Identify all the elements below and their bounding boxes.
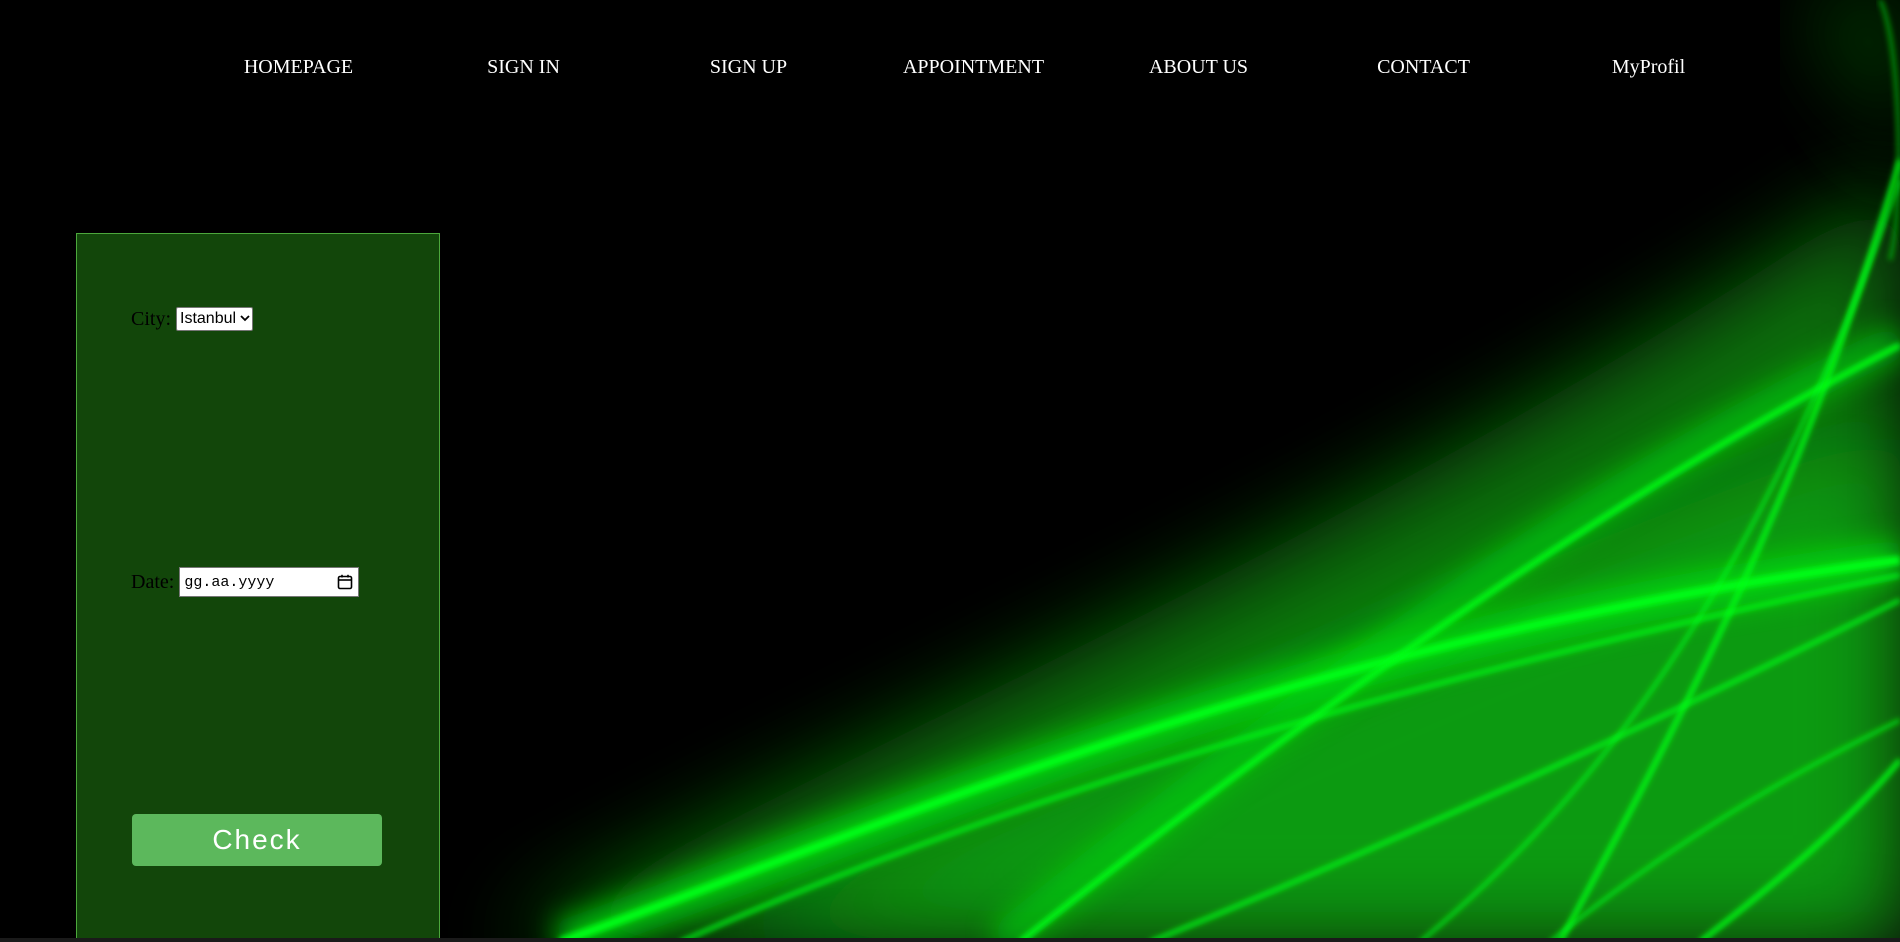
chevron-down-icon	[240, 313, 250, 325]
date-input[interactable]: gg.aa.yyyy	[179, 567, 360, 597]
nav-link-about-us[interactable]: ABOUT US	[1086, 56, 1311, 79]
city-label: City:	[131, 307, 172, 330]
nav-link-sign-in[interactable]: SIGN IN	[411, 56, 636, 79]
date-label: Date:	[131, 570, 175, 593]
nav-link-my-profil[interactable]: MyProfil	[1536, 56, 1761, 79]
city-field-row: City: Istanbul	[131, 307, 254, 331]
nav-link-sign-up[interactable]: SIGN UP	[636, 56, 861, 79]
nav-link-homepage[interactable]: HOMEPAGE	[186, 56, 411, 79]
nav-link-appointment[interactable]: APPOINTMENT	[861, 56, 1086, 79]
date-input-placeholder: gg.aa.yyyy	[184, 573, 275, 591]
page: HOMEPAGE SIGN IN SIGN UP APPOINTMENT ABO…	[0, 0, 1900, 942]
check-button[interactable]: Check	[132, 814, 382, 866]
bottom-edge-strip	[0, 938, 1900, 942]
top-navigation: HOMEPAGE SIGN IN SIGN UP APPOINTMENT ABO…	[0, 0, 1900, 140]
city-select[interactable]: Istanbul	[176, 307, 254, 331]
appointment-form-panel: City: Istanbul Date: gg.aa.yyyy Check	[76, 233, 440, 942]
city-select-value: Istanbul	[180, 310, 237, 327]
calendar-icon[interactable]	[337, 574, 353, 590]
nav-link-contact[interactable]: CONTACT	[1311, 56, 1536, 79]
date-field-row: Date: gg.aa.yyyy	[131, 567, 360, 597]
